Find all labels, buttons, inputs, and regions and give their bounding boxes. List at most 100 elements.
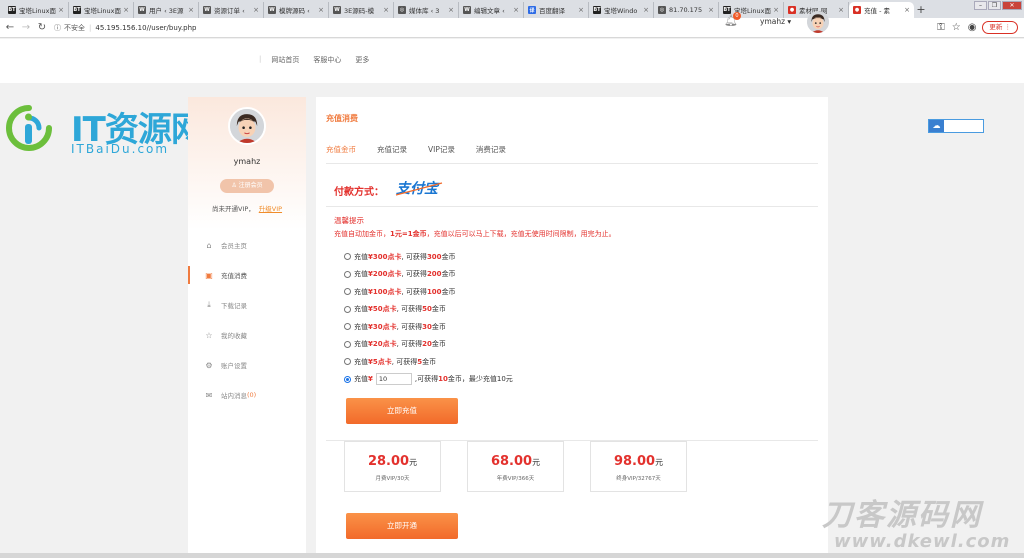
- radio-button[interactable]: [344, 375, 351, 383]
- recharge-option[interactable]: 充值 ¥5点卡, 可获得 5 金币: [344, 353, 513, 371]
- tips-rate: 1元=1金币: [390, 230, 427, 238]
- close-tab-icon[interactable]: ×: [123, 6, 129, 14]
- recharge-option[interactable]: 充值 ¥30点卡, 可获得 30 金币: [344, 318, 513, 336]
- profile-name: ymahz: [233, 157, 261, 166]
- update-button[interactable]: 更新 ⋮: [982, 21, 1018, 34]
- close-tab-icon[interactable]: ×: [708, 6, 714, 14]
- reload-icon[interactable]: ↻: [36, 22, 48, 33]
- close-tab-icon[interactable]: ×: [513, 6, 519, 14]
- browser-tab[interactable]: W 3E源码-模 ×: [329, 2, 394, 18]
- browser-tab[interactable]: BT 宝塔Windo ×: [589, 2, 654, 18]
- close-tab-icon[interactable]: ×: [643, 6, 649, 14]
- option-prefix: 充值: [354, 287, 368, 296]
- sidebar-item[interactable]: ⚙ 账户设置: [188, 350, 306, 380]
- close-tab-icon[interactable]: ×: [253, 6, 259, 14]
- vip-plan-card[interactable]: 98.00元 终身VIP/32767天: [590, 441, 687, 492]
- avatar[interactable]: [807, 11, 829, 33]
- recharge-option[interactable]: 充值 ¥300点卡, 可获得 300 金币: [344, 248, 513, 266]
- browser-tab[interactable]: BT 宝塔Linux面 ×: [4, 2, 69, 18]
- browser-tab-title: 媒体库 ‹ 3: [409, 7, 440, 15]
- close-tab-icon[interactable]: ×: [904, 6, 910, 14]
- cloud-widget[interactable]: ☁: [928, 119, 984, 133]
- close-tab-icon[interactable]: ×: [58, 6, 64, 14]
- sidebar-item[interactable]: ▣ 充值消费: [188, 260, 306, 290]
- main-panel: 充值消费 充值金币 充值记录 VIP记录 消费记录 付款方式： 支付宝 温馨提示 充值…: [316, 97, 828, 558]
- browser-actions: ⚿ ☆ ◉ 更新 ⋮: [930, 21, 1018, 34]
- browser-tab-title: 模牌源码 ‹: [279, 7, 310, 15]
- profile-icon[interactable]: ◉: [968, 22, 977, 33]
- browser-tab-title: 宝塔Windo: [604, 7, 638, 15]
- sidebar-item[interactable]: ⤓ 下载记录: [188, 290, 306, 320]
- recharge-option[interactable]: 充值 ¥100点卡, 可获得 100 金币: [344, 283, 513, 301]
- key-icon[interactable]: ⚿: [937, 22, 945, 33]
- recharge-option[interactable]: 充值 ¥50点卡, 可获得 50 金币: [344, 301, 513, 319]
- tab-1[interactable]: 充值记录: [377, 144, 407, 155]
- browser-tab[interactable]: ◎ 81.70.175 ×: [654, 2, 719, 18]
- vip-plan-desc: 月费VIP/30天: [375, 476, 410, 482]
- nav-home-link[interactable]: 网站首页: [271, 55, 299, 65]
- browser-tab[interactable]: 译百度翻译 ×: [524, 2, 589, 18]
- close-tab-icon[interactable]: ×: [318, 6, 324, 14]
- browser-tab[interactable]: W 模牌源码 ‹ ×: [264, 2, 329, 18]
- maximize-button[interactable]: ❐: [988, 1, 1001, 10]
- vip-plan-card[interactable]: 28.00元 月费VIP/30天: [344, 441, 441, 492]
- radio-button[interactable]: [344, 288, 351, 296]
- url-text: 45.195.156.10//user/buy.php: [95, 23, 197, 32]
- radio-button[interactable]: [344, 270, 351, 278]
- browser-tab[interactable]: ● 充值 - 素 ×: [849, 2, 914, 18]
- open-vip-button[interactable]: 立即开通: [346, 513, 458, 539]
- browser-tab[interactable]: W 编辑文章 ‹ ×: [459, 2, 524, 18]
- minimize-button[interactable]: –: [974, 1, 987, 10]
- upgrade-vip-link[interactable]: 升级VIP: [259, 205, 282, 213]
- vip-plan-card[interactable]: 68.00元 年费VIP/366天: [467, 441, 564, 492]
- option-prefix: 充值: [354, 357, 368, 366]
- url-field[interactable]: ⓘ 不安全 | 45.195.156.10//user/buy.php: [54, 23, 197, 33]
- recharge-button[interactable]: 立即充值: [346, 398, 458, 424]
- option-mid: , 可获得: [396, 305, 423, 314]
- tab-2[interactable]: VIP记录: [428, 144, 455, 155]
- close-tab-icon[interactable]: ×: [838, 6, 844, 14]
- tab-0[interactable]: 充值金币: [326, 144, 356, 155]
- radio-button[interactable]: [344, 340, 351, 348]
- taskbar: [0, 553, 1024, 558]
- nav-more-link[interactable]: 更多: [355, 55, 369, 65]
- radio-button[interactable]: [344, 323, 351, 331]
- new-tab-button[interactable]: +: [914, 2, 928, 18]
- nav-support-link[interactable]: 客服中心: [313, 55, 341, 65]
- browser-tab[interactable]: ◎ 媒体库 ‹ 3 ×: [394, 2, 459, 18]
- close-tab-icon[interactable]: ×: [188, 6, 194, 14]
- profile-avatar[interactable]: [228, 107, 266, 145]
- radio-button[interactable]: [344, 253, 351, 261]
- browser-tab[interactable]: BT 宝塔Linux面 ×: [69, 2, 134, 18]
- radio-button[interactable]: [344, 305, 351, 313]
- browser-tab[interactable]: W 用户 ‹ 3E源 ×: [134, 2, 199, 18]
- close-tab-icon[interactable]: ×: [448, 6, 454, 14]
- amount-input[interactable]: [375, 373, 412, 386]
- browser-tab[interactable]: W 资源订单 ‹ ×: [199, 2, 264, 18]
- globe-icon: ◎: [398, 6, 406, 14]
- close-tab-icon[interactable]: ×: [578, 6, 584, 14]
- warning-icon: ⓘ: [54, 23, 61, 32]
- tab-3[interactable]: 消费记录: [476, 144, 506, 155]
- user-menu[interactable]: ymahz ▾: [760, 17, 791, 26]
- back-icon[interactable]: ←: [4, 22, 16, 33]
- user-icon: ♙: [231, 182, 237, 189]
- sidebar-item[interactable]: ☆ 我的收藏: [188, 320, 306, 350]
- radio-button[interactable]: [344, 358, 351, 366]
- custom-recharge-option[interactable]: 充值 ¥ ,可获得 10 金币，最少充值10元: [344, 371, 513, 389]
- register-member-button[interactable]: ♙ 注册会员: [220, 179, 274, 193]
- close-tab-icon[interactable]: ×: [773, 6, 779, 14]
- recharge-option[interactable]: 充值 ¥20点卡, 可获得 20 金币: [344, 336, 513, 354]
- close-window-button[interactable]: ✕: [1002, 1, 1022, 10]
- recharge-option[interactable]: 充值 ¥200点卡, 可获得 200 金币: [344, 266, 513, 284]
- option-mid: , 可获得: [396, 322, 423, 331]
- watermark: 刀客源码网 www.dkewl.com: [822, 500, 1022, 552]
- sidebar-item[interactable]: ⌂ 会员主页: [188, 230, 306, 260]
- gear-icon: ⚙: [205, 360, 213, 370]
- sidebar-item-label: 充值消费: [221, 272, 247, 280]
- close-tab-icon[interactable]: ×: [383, 6, 389, 14]
- bookmark-star-icon[interactable]: ☆: [952, 22, 961, 33]
- wordpress-icon: W: [203, 6, 211, 14]
- forward-icon[interactable]: →: [20, 22, 32, 33]
- sidebar-item[interactable]: ✉ 站内消息 (0): [188, 380, 306, 410]
